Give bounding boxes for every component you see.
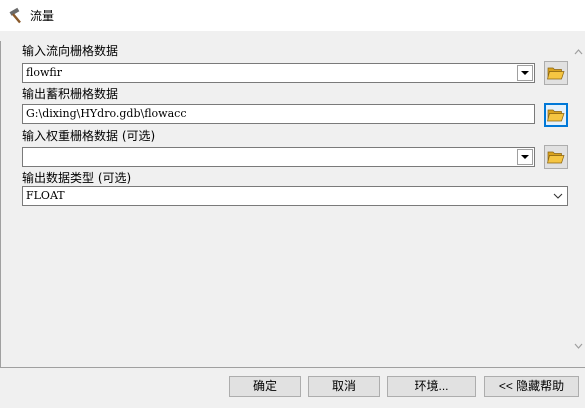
hide-help-button[interactable]: << 隐藏帮助 xyxy=(484,376,579,397)
ok-button[interactable]: 确定 xyxy=(229,376,301,397)
dropdown-button[interactable] xyxy=(517,149,533,165)
cancel-button[interactable]: 取消 xyxy=(308,376,380,397)
dropdown-button[interactable] xyxy=(517,65,533,81)
browse-input-weight-button[interactable] xyxy=(544,145,568,169)
window-title: 流量 xyxy=(30,9,55,23)
output-data-type-label: 输出数据类型 (可选) xyxy=(22,171,132,185)
output-accumulation-label: 输出蓄积栅格数据 xyxy=(22,87,119,101)
parameter-panel: 输入流向栅格数据 flowfir 输出蓄积栅格数据 G:\dixing\HYdr… xyxy=(10,41,571,369)
chevron-down-icon xyxy=(521,71,529,75)
browse-output-accumulation-button[interactable] xyxy=(544,103,568,127)
chevron-down-icon xyxy=(521,155,529,159)
hammer-icon xyxy=(9,7,21,24)
footer-divider xyxy=(0,367,585,368)
chevron-down-icon xyxy=(553,193,563,199)
folder-open-icon xyxy=(547,151,565,164)
scroll-down-icon[interactable] xyxy=(572,340,585,352)
scroll-up-icon[interactable] xyxy=(572,46,585,58)
input-weight-combo[interactable] xyxy=(22,147,535,167)
input-weight-label: 输入权重栅格数据 (可选) xyxy=(22,129,156,143)
environments-button[interactable]: 环境... xyxy=(387,376,476,397)
output-accumulation-value: G:\dixing\HYdro.gdb\flowacc xyxy=(26,107,187,120)
output-data-type-select[interactable]: FLOAT xyxy=(22,186,568,206)
dialog-client: 输入流向栅格数据 flowfir 输出蓄积栅格数据 G:\dixing\HYdr… xyxy=(0,31,585,408)
output-data-type-value: FLOAT xyxy=(26,189,65,202)
output-accumulation-input[interactable]: G:\dixing\HYdro.gdb\flowacc xyxy=(22,104,535,124)
folder-open-icon xyxy=(547,109,565,122)
title-bar: 流量 xyxy=(0,0,585,31)
input-flow-direction-label: 输入流向栅格数据 xyxy=(22,44,119,58)
input-flow-direction-combo[interactable]: flowfir xyxy=(22,63,535,83)
folder-open-icon xyxy=(547,67,565,80)
panel-border xyxy=(0,41,1,367)
input-flow-direction-value: flowfir xyxy=(26,66,62,79)
browse-input-flow-direction-button[interactable] xyxy=(544,61,568,85)
vertical-scrollbar[interactable] xyxy=(572,41,585,369)
